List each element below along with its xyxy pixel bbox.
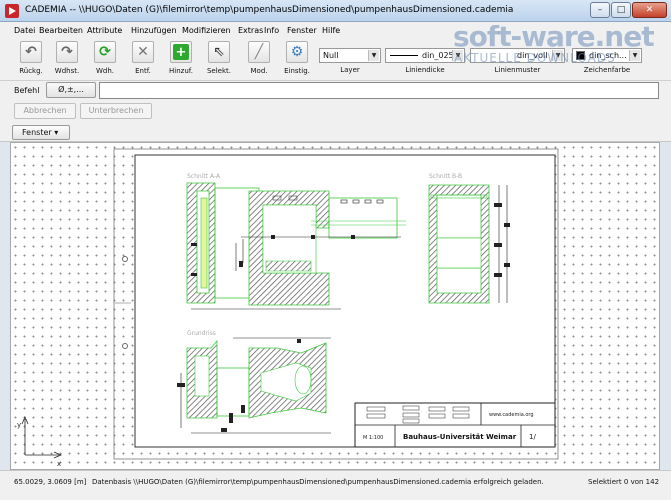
color-label: Zeichenfarbe bbox=[583, 66, 631, 74]
app-icon bbox=[5, 4, 19, 18]
cursor-coordinates: 65.0029, 3.0609 [m] bbox=[14, 478, 87, 486]
y-axis-label: y bbox=[17, 421, 21, 429]
menu-bearbeiten[interactable]: Bearbeiten bbox=[39, 26, 83, 35]
window-title: CADEMIA -- \\HUGO\Daten (G)\filemirror\t… bbox=[25, 5, 514, 15]
menu-attribute[interactable]: Attribute bbox=[87, 26, 122, 35]
cursor-icon: ⇖ bbox=[208, 41, 230, 63]
selection-count: Selektiert 0 von 142 bbox=[588, 478, 660, 486]
repeat-label: Wdh. bbox=[95, 67, 115, 75]
title-block-scale: M 1:100 bbox=[363, 435, 383, 441]
floorplan-title: Grundriss bbox=[187, 330, 216, 337]
title-block-sheet-number: 1/ bbox=[529, 433, 536, 441]
watermark-tagline: AKTUELLE DOWNLOADS bbox=[454, 51, 616, 65]
redo-icon: ↷ bbox=[56, 41, 78, 63]
delete-icon: ✕ bbox=[132, 41, 154, 63]
select-label: Selekt. bbox=[206, 67, 232, 75]
watermark-logo: soft-ware.net bbox=[453, 20, 655, 53]
menu-datei[interactable]: Datei bbox=[14, 26, 35, 35]
minimize-button[interactable]: – bbox=[590, 2, 610, 18]
settings-label: Einstig. bbox=[284, 67, 310, 75]
menu-modifizieren[interactable]: Modifizieren bbox=[182, 26, 231, 35]
line-width-label: Liniendicke bbox=[405, 66, 445, 74]
close-button[interactable]: ✕ bbox=[632, 2, 667, 18]
x-axis-label: x bbox=[57, 460, 61, 468]
floorplan-left-void bbox=[194, 355, 210, 397]
cancel-button[interactable]: Abbrechen bbox=[14, 103, 76, 119]
gear-icon: ⚙ bbox=[286, 41, 308, 63]
floorplan-pump-basin bbox=[294, 365, 312, 395]
layer-select[interactable]: Null ▼ bbox=[319, 48, 381, 63]
plus-icon: + bbox=[173, 44, 189, 60]
title-block: www.cademia.org M 1:100 Bauhaus-Universi… bbox=[354, 402, 556, 448]
menu-info[interactable]: Info bbox=[264, 26, 279, 35]
punch-hole bbox=[122, 343, 128, 349]
redo-tool[interactable]: ↷ Wdhst. bbox=[50, 41, 84, 79]
menu-extras[interactable]: Extras bbox=[238, 26, 263, 35]
select-tool[interactable]: ⇖ Selekt. bbox=[202, 41, 236, 79]
section-aa-insulation bbox=[200, 197, 208, 289]
status-message: Datenbasis \\HUGO\Daten (G)\filemirror\t… bbox=[92, 478, 544, 486]
delete-label: Entf. bbox=[135, 67, 151, 75]
modify-label: Mod. bbox=[250, 67, 268, 75]
redo-label: Wdhst. bbox=[54, 67, 80, 75]
add-icon-frame: + bbox=[170, 41, 192, 63]
title-bar: CADEMIA -- \\HUGO\Daten (G)\filemirror\t… bbox=[0, 0, 671, 22]
punch-hole bbox=[122, 256, 128, 262]
action-row: Abbrechen Unterbrechen bbox=[0, 100, 671, 122]
settings-tool[interactable]: ⚙ Einstig. bbox=[280, 41, 314, 79]
command-row: Befehl Ø,±,... bbox=[0, 81, 671, 100]
interrupt-button[interactable]: Unterbrechen bbox=[80, 103, 152, 119]
line-pattern-label: Linienmuster bbox=[494, 66, 541, 74]
add-tool[interactable]: + Hinzuf. bbox=[164, 41, 198, 79]
window-row: Fenster ▾ bbox=[0, 122, 671, 142]
section-aa-beam bbox=[265, 260, 312, 272]
chevron-down-icon: ▼ bbox=[368, 50, 379, 61]
add-label: Hinzuf. bbox=[169, 67, 193, 75]
layer-value: Null bbox=[323, 51, 339, 60]
repeat-icon: ⟳ bbox=[94, 41, 116, 63]
delete-tool[interactable]: ✕ Entf. bbox=[126, 41, 160, 79]
repeat-tool[interactable]: ⟳ Wdh. bbox=[88, 41, 122, 79]
drawing-svg: Schnitt A-A Schnitt B-B Grundriss www.ca… bbox=[17, 148, 559, 468]
title-block-url: www.cademia.org bbox=[489, 412, 534, 418]
command-label: Befehl bbox=[14, 86, 40, 95]
drawing-canvas[interactable]: Schnitt A-A Schnitt B-B Grundriss www.ca… bbox=[10, 142, 660, 470]
command-input[interactable] bbox=[99, 82, 659, 99]
line-width-value: din_025 bbox=[422, 51, 454, 60]
status-bar: 65.0029, 3.0609 [m] Datenbasis \\HUGO\Da… bbox=[0, 470, 671, 500]
axis-indicator: y x bbox=[17, 415, 63, 468]
undo-tool[interactable]: ↶ Rückg. bbox=[14, 41, 48, 79]
symbols-button[interactable]: Ø,±,... bbox=[46, 82, 96, 98]
menu-fenster[interactable]: Fenster bbox=[287, 26, 317, 35]
modify-tool[interactable]: ╱ Mod. bbox=[242, 41, 276, 79]
menu-hilfe[interactable]: Hilfe bbox=[322, 26, 340, 35]
line-icon: ╱ bbox=[248, 41, 270, 63]
title-block-organisation: Bauhaus-Universität Weimar bbox=[403, 433, 517, 441]
line-width-sample-icon bbox=[390, 55, 418, 56]
menu-hinzufuegen[interactable]: Hinzufügen bbox=[131, 26, 177, 35]
layer-label: Layer bbox=[340, 66, 360, 74]
section-aa-title: Schnitt A-A bbox=[187, 173, 221, 180]
section-bb-title: Schnitt B-B bbox=[429, 173, 462, 180]
windows-menu-button[interactable]: Fenster ▾ bbox=[12, 125, 70, 140]
undo-icon: ↶ bbox=[20, 41, 42, 63]
maximize-button[interactable]: □ bbox=[611, 2, 631, 18]
section-bb-cavity bbox=[436, 237, 482, 269]
